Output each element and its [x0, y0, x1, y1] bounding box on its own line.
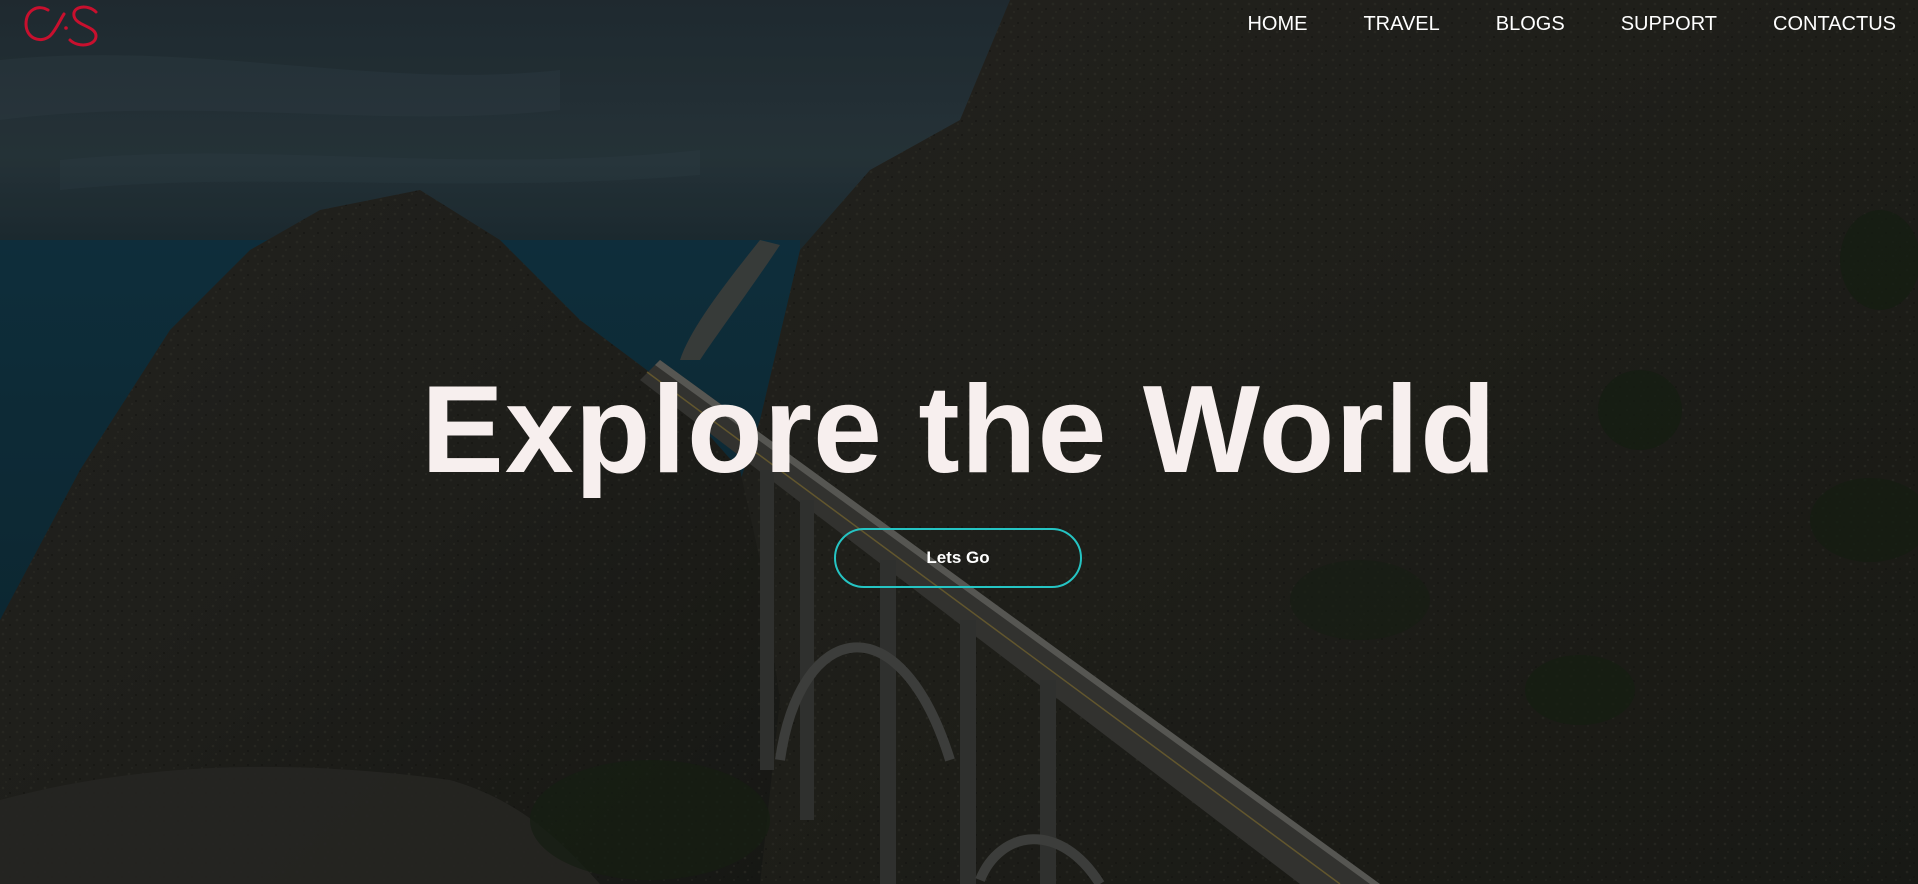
nav-item-contactus: CONTACTUS [1773, 12, 1896, 36]
nav-link-home[interactable]: HOME [1247, 12, 1307, 36]
lets-go-button[interactable]: Lets Go [834, 528, 1082, 588]
nav-link-blogs[interactable]: BLOGS [1496, 12, 1565, 36]
main-nav: HOME TRAVEL BLOGS SUPPORT CONTACTUS [1191, 12, 1896, 36]
nav-link-support[interactable]: SUPPORT [1621, 12, 1717, 36]
cs-logo-icon[interactable] [22, 0, 100, 52]
hero-title: Explore the World [421, 361, 1497, 499]
nav-link-travel[interactable]: TRAVEL [1363, 12, 1439, 36]
nav-item-home: HOME [1247, 12, 1307, 36]
nav-item-blogs: BLOGS [1496, 12, 1565, 36]
top-navbar: HOME TRAVEL BLOGS SUPPORT CONTACTUS [0, 0, 1918, 48]
nav-item-support: SUPPORT [1621, 12, 1717, 36]
nav-item-travel: TRAVEL [1363, 12, 1439, 36]
hero-section: HOME TRAVEL BLOGS SUPPORT CONTACTUS Expl… [0, 0, 1918, 884]
nav-link-contactus[interactable]: CONTACTUS [1773, 12, 1896, 36]
